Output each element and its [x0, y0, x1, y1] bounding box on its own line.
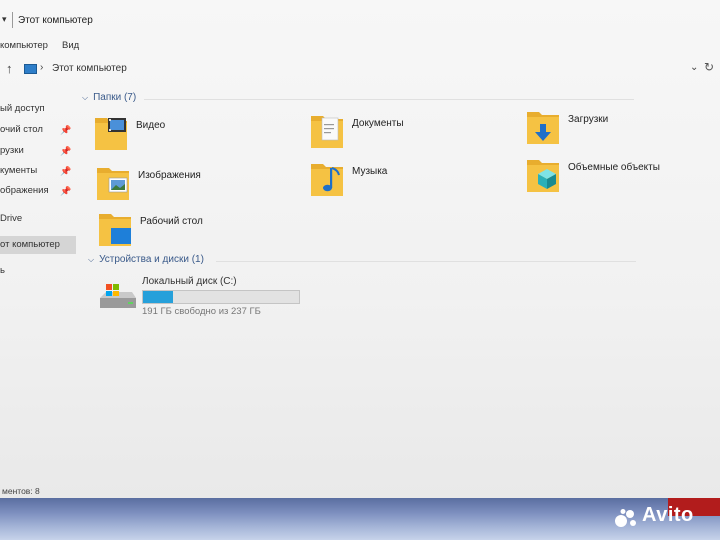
drive-free-space: 191 ГБ свободно из 237 ГБ: [142, 306, 261, 317]
pin-icon: 📌: [60, 146, 72, 156]
nav-item-documents[interactable]: кументы 📌: [0, 162, 76, 180]
nav-item-this-pc[interactable]: от компьютер: [0, 236, 76, 254]
nav-item-label: ь: [0, 265, 5, 276]
drive-c[interactable]: Локальный диск (C:) 191 ГБ свободно из 2…: [98, 276, 318, 317]
folder-desktop[interactable]: Рабочий стол: [98, 208, 298, 252]
folder-label: Рабочий стол: [140, 216, 203, 227]
downloads-folder-icon: [527, 112, 559, 144]
pictures-folder-icon: [97, 168, 129, 200]
nav-item-network[interactable]: ь: [0, 262, 76, 280]
documents-folder-icon: [311, 116, 343, 148]
hard-drive-icon: [100, 284, 136, 308]
address-bar: ↑ › Этот компьютер ⌄ ↻: [0, 58, 720, 80]
refresh-icon[interactable]: ↻: [704, 60, 714, 74]
chevron-down-icon: ⌵: [82, 93, 89, 102]
nav-item-desktop[interactable]: очий стол 📌: [0, 121, 76, 139]
tab-view[interactable]: Вид: [62, 40, 79, 51]
3d-objects-folder-icon: [527, 160, 559, 192]
group-divider: [144, 99, 634, 100]
folder-pictures[interactable]: Изображения: [96, 162, 296, 206]
nav-item-label: кументы: [0, 165, 38, 176]
nav-item-label: ображения: [0, 185, 49, 196]
nav-item-downloads[interactable]: рузки 📌: [0, 142, 76, 160]
chevron-down-icon[interactable]: ▾: [2, 14, 7, 25]
devices-group-header[interactable]: ⌵ Устройства и диски (1): [88, 254, 648, 265]
file-explorer-window: ▾ Этот компьютер компьютер Вид ↑ › Этот …: [0, 0, 720, 498]
folder-video[interactable]: Видео: [94, 112, 294, 156]
history-dropdown-icon[interactable]: ⌄: [690, 62, 698, 73]
breadcrumb[interactable]: Этот компьютер: [52, 63, 127, 74]
nav-item-label: рузки: [0, 145, 24, 156]
desktop-folder-icon: [99, 214, 131, 246]
folder-3d-objects[interactable]: Объемные объекты: [526, 154, 720, 198]
folder-label: Изображения: [138, 170, 201, 181]
folder-label: Музыка: [352, 166, 388, 177]
folder-label: Загрузки: [568, 114, 609, 125]
avito-logo-icon: [615, 509, 636, 527]
group-divider: [216, 261, 636, 262]
drive-usage-bar: [142, 290, 300, 304]
music-folder-icon: [311, 164, 343, 196]
pin-icon: 📌: [60, 125, 72, 135]
avito-wordmark: Avito: [642, 504, 694, 526]
nav-item-onedrive[interactable]: Drive: [0, 210, 76, 228]
folder-label: Видео: [136, 120, 166, 131]
this-pc-icon: [24, 64, 37, 74]
drive-name: Локальный диск (C:): [142, 276, 237, 287]
ribbon: компьютер Вид: [0, 36, 720, 56]
pin-icon: 📌: [60, 166, 72, 176]
navigation-pane: ый доступ очий стол 📌 рузки 📌 кументы 📌 обр…: [0, 90, 80, 485]
nav-item-pictures[interactable]: ображения 📌: [0, 182, 76, 200]
folder-label: Объемные объекты: [568, 162, 660, 173]
folder-label: Документы: [352, 118, 404, 129]
chevron-right-icon[interactable]: ›: [40, 62, 43, 73]
item-count: ментов: 8: [2, 486, 40, 496]
window-title: Этот компьютер: [18, 15, 93, 26]
tab-computer[interactable]: компьютер: [0, 40, 48, 51]
folder-downloads[interactable]: Загрузки: [526, 106, 720, 150]
desktop-background: [0, 498, 720, 540]
folder-documents[interactable]: Документы: [310, 110, 510, 154]
status-bar: ментов: 8: [0, 486, 720, 498]
nav-item-label: Drive: [0, 213, 23, 224]
nav-item-quick-access[interactable]: ый доступ: [0, 100, 76, 118]
folder-music[interactable]: Музыка: [310, 158, 510, 202]
title-bar: ▾ Этот компьютер: [0, 10, 720, 32]
up-arrow-icon[interactable]: ↑: [6, 61, 13, 76]
nav-item-label: от компьютер: [0, 239, 60, 250]
title-separator: [12, 12, 13, 28]
video-folder-icon: [95, 118, 127, 150]
group-header-label: Устройства и диски (1): [99, 254, 204, 265]
content-pane: ⌵ Папки (7) Видео Документы Загрузки Изо…: [82, 90, 720, 485]
chevron-down-icon: ⌵: [88, 255, 95, 264]
drive-usage-fill: [143, 291, 174, 303]
folders-group-header[interactable]: ⌵ Папки (7): [82, 92, 642, 103]
pin-icon: 📌: [60, 186, 72, 196]
nav-item-label: ый доступ: [0, 103, 45, 114]
nav-item-label: очий стол: [0, 124, 43, 135]
group-header-label: Папки (7): [93, 92, 137, 103]
avito-watermark: Avito: [614, 504, 714, 528]
